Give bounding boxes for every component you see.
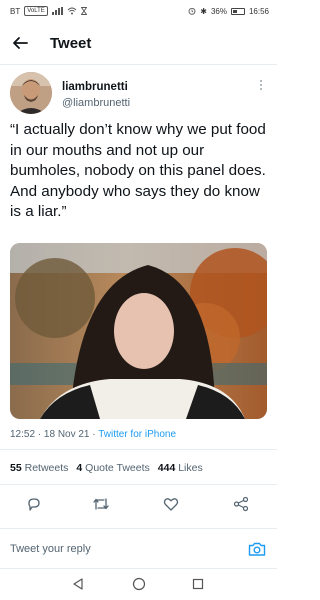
avatar[interactable] <box>10 72 52 114</box>
header-divider <box>0 64 277 65</box>
avatar-image <box>10 72 52 114</box>
likes-label: Likes <box>178 462 203 474</box>
recents-square-icon <box>192 578 204 590</box>
tweet-meta: 12:52 · 18 Nov 21 · Twitter for iPhone <box>10 429 176 440</box>
bluetooth-icon: ✱ <box>200 6 207 16</box>
nav-back-button[interactable] <box>70 576 86 592</box>
tweet-actions <box>0 490 277 520</box>
status-bar: BT VoLTE ✱ 36% 16:56 <box>0 0 277 22</box>
camera-button[interactable] <box>247 539 267 559</box>
tweet-stats: 55 Retweets 4 Quote Tweets 444 Likes <box>10 462 203 474</box>
battery-icon <box>230 7 245 15</box>
reply-input[interactable]: Tweet your reply <box>10 543 247 555</box>
page-title: Tweet <box>50 34 92 52</box>
network-badge: VoLTE <box>24 6 48 16</box>
retweets-count: 55 <box>10 462 22 474</box>
share-icon <box>233 496 249 512</box>
nav-home-button[interactable] <box>131 576 147 592</box>
status-right: ✱ 36% 16:56 <box>188 7 269 16</box>
reply-icon <box>28 498 40 511</box>
tweet-text: “I actually don’t know why we put food i… <box>10 121 266 220</box>
clock: 16:56 <box>248 6 269 16</box>
carrier-label: BT <box>10 6 21 16</box>
likes-count: 444 <box>157 462 176 474</box>
back-triangle-icon <box>73 578 83 590</box>
likes-stat[interactable]: 444 Likes <box>158 462 203 474</box>
battery-percent: 36% <box>210 6 227 16</box>
actions-divider <box>0 528 277 529</box>
author-handle[interactable]: @liambrunetti <box>62 97 130 109</box>
quote-tweets-stat[interactable]: 4 Quote Tweets <box>76 462 149 474</box>
like-button[interactable] <box>161 494 181 514</box>
share-button[interactable] <box>231 494 251 514</box>
quote-count: 4 <box>76 462 83 474</box>
back-button[interactable] <box>0 26 40 60</box>
status-left: BT VoLTE <box>10 6 87 16</box>
photo-image <box>10 243 267 419</box>
author-name[interactable]: liambrunetti <box>62 81 128 93</box>
tweet-photo[interactable] <box>10 243 267 419</box>
reply-divider <box>0 568 277 569</box>
retweet-button[interactable] <box>91 494 111 514</box>
retweets-label: Retweets <box>24 462 69 474</box>
reply-bar: Tweet your reply <box>0 531 277 567</box>
stats-divider <box>0 484 277 485</box>
retweet-icon <box>93 498 109 510</box>
tweet-timestamp: 12:52 · 18 Nov 21 · <box>10 429 99 440</box>
retweets-stat[interactable]: 55 Retweets <box>10 462 68 474</box>
camera-icon <box>248 542 266 556</box>
system-nav-bar <box>0 570 277 600</box>
reply-button[interactable] <box>24 494 44 514</box>
top-bar: Tweet <box>0 26 277 60</box>
meta-divider <box>0 449 277 450</box>
more-options-icon[interactable] <box>255 78 267 92</box>
tweet-source-link[interactable]: Twitter for iPhone <box>98 429 176 440</box>
signal-icon <box>51 7 63 15</box>
alarm-icon <box>188 7 196 15</box>
home-circle-icon <box>132 577 146 591</box>
back-arrow-icon <box>13 37 28 49</box>
nav-recents-button[interactable] <box>190 576 206 592</box>
quote-label: Quote Tweets <box>85 462 150 474</box>
like-icon <box>163 498 179 511</box>
hourglass-icon <box>80 7 87 15</box>
wifi-icon <box>67 7 77 15</box>
